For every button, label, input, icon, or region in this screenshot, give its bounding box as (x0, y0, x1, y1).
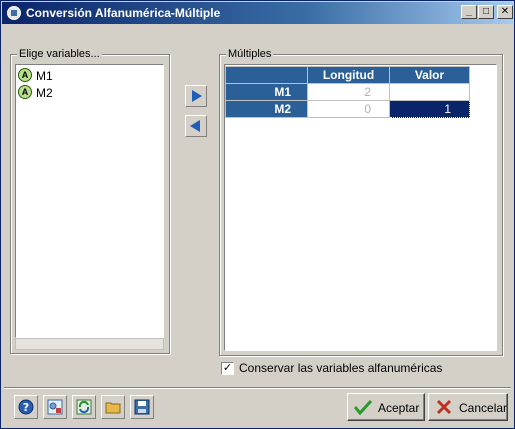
open-folder-icon (105, 402, 121, 414)
variable-label: M2 (36, 86, 53, 100)
keep-alpha-vars-checkbox[interactable]: ✓ (221, 362, 234, 375)
column-header-longitud[interactable]: Longitud (307, 66, 390, 84)
save-button[interactable] (130, 395, 154, 419)
dialog-window: Conversión Alfanumérica-Múltiple _ □ ✕ E… (0, 0, 515, 429)
row-header[interactable]: M2 (225, 100, 308, 118)
refresh-button[interactable] (72, 395, 96, 419)
arrow-left-icon (190, 120, 200, 132)
alpha-variable-icon: A (18, 68, 32, 82)
save-icon (134, 399, 150, 415)
valor-cell[interactable] (389, 83, 470, 101)
multiples-group-label: Múltiples (226, 48, 274, 60)
cancel-button[interactable]: Cancelar (428, 393, 508, 421)
title-bar[interactable]: Conversión Alfanumérica-Múltiple _ □ ✕ (2, 2, 513, 24)
help-icon: ? (18, 399, 34, 415)
app-icon (7, 6, 21, 20)
refresh-icon (76, 399, 92, 415)
settings-icon (47, 399, 63, 415)
maximize-button[interactable]: □ (478, 5, 494, 19)
multiples-grid[interactable]: Longitud Valor M1 2 M2 0 1 (224, 64, 497, 351)
corner-header-cell (225, 66, 308, 84)
alpha-variable-icon: A (18, 85, 32, 99)
add-variable-button[interactable] (185, 85, 207, 107)
remove-variable-button[interactable] (185, 115, 207, 137)
row-header[interactable]: M1 (225, 83, 308, 101)
variable-label: M1 (36, 69, 53, 83)
svg-text:?: ? (23, 401, 29, 414)
multiples-group: Múltiples Longitud Valor M1 2 M2 0 1 (219, 48, 503, 356)
valor-cell-selected[interactable]: 1 (389, 100, 470, 118)
minimize-button[interactable]: _ (461, 5, 477, 19)
table-row: M2 0 1 (225, 100, 470, 118)
arrow-right-icon (192, 90, 202, 102)
longitud-cell[interactable]: 2 (307, 83, 390, 101)
settings-button[interactable] (43, 395, 67, 419)
multiples-table: Longitud Valor M1 2 M2 0 1 (225, 66, 470, 118)
cancel-label: Cancelar (459, 401, 508, 415)
table-header-row: Longitud Valor (225, 66, 470, 84)
close-button[interactable]: ✕ (497, 5, 513, 19)
variables-listbox[interactable]: A M1 A M2 (15, 64, 164, 338)
check-icon (354, 399, 372, 415)
column-header-valor[interactable]: Valor (389, 66, 470, 84)
accept-button[interactable]: Aceptar (347, 393, 425, 421)
help-button[interactable]: ? (14, 395, 38, 419)
variables-group: Elige variables... A M1 A M2 (10, 48, 170, 354)
longitud-cell[interactable]: 0 (307, 100, 390, 118)
table-row: M1 2 (225, 83, 470, 101)
accept-label: Aceptar (378, 401, 420, 415)
window-title: Conversión Alfanumérica-Múltiple (26, 6, 221, 20)
horizontal-scrollbar[interactable] (15, 338, 164, 350)
keep-alpha-vars-label[interactable]: Conservar las variables alfanuméricas (239, 361, 442, 375)
variables-group-label: Elige variables... (17, 48, 102, 60)
dialog-footer: ? Aceptar Cancelar (4, 387, 511, 427)
cross-icon (436, 399, 452, 415)
open-folder-button[interactable] (101, 395, 125, 419)
